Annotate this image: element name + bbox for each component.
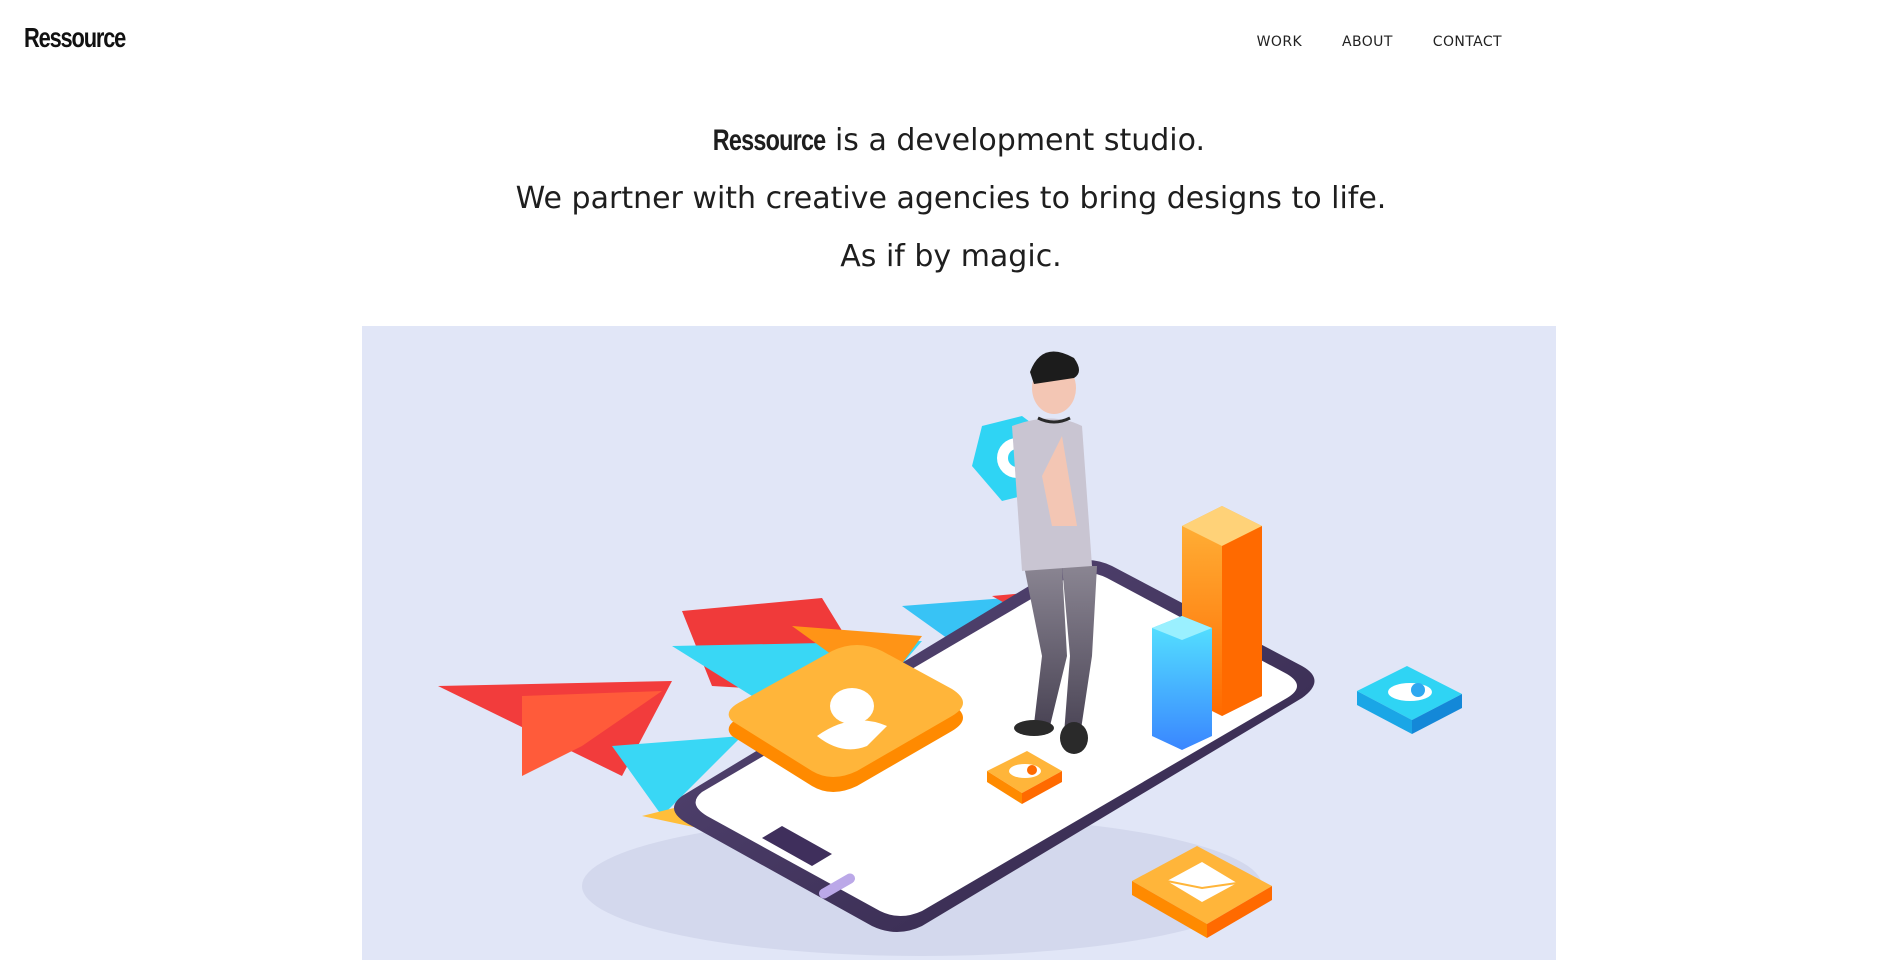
hero-intro: Ressource is a development studio. We pa… <box>0 112 1902 286</box>
hero-line-1: Ressource is a development studio. <box>0 112 1902 170</box>
nav-about[interactable]: ABOUT <box>1342 34 1393 50</box>
hero-line-1-text: is a development studio. <box>834 123 1205 158</box>
hero-line-2: We partner with creative agencies to bri… <box>515 181 1387 216</box>
hero-brand: Ressource <box>712 124 826 157</box>
site-header: Ressource WORK ABOUT CONTACT <box>0 0 1902 80</box>
nav-contact[interactable]: CONTACT <box>1433 34 1502 50</box>
hero-illustration <box>362 326 1556 960</box>
site-logo[interactable]: Ressource <box>24 22 126 54</box>
toggle-tile-cyan-graphic <box>1357 666 1462 734</box>
nav-work[interactable]: WORK <box>1257 34 1302 50</box>
hero-illustration-svg <box>438 351 1462 956</box>
main-nav: WORK ABOUT CONTACT <box>1257 34 1502 50</box>
hero-line-3: As if by magic. <box>840 239 1062 274</box>
